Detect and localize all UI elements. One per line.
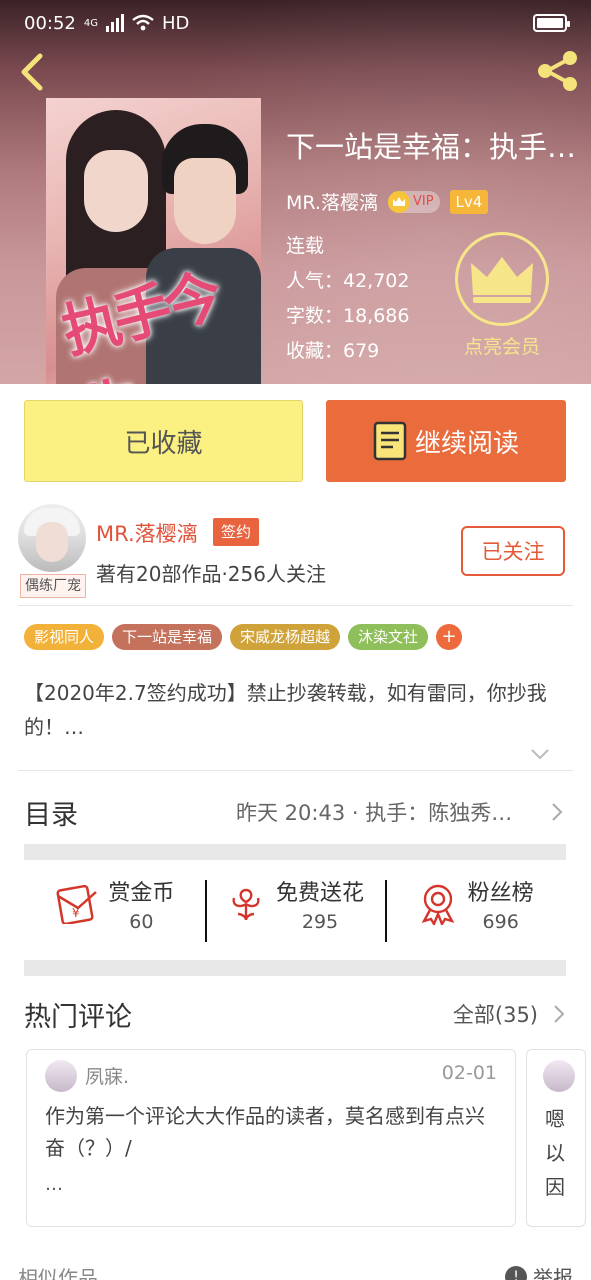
author-name[interactable]: MR.落樱漓 bbox=[96, 518, 198, 548]
support-actions: ¥ 赏金币 60 免费送花 295 粉丝榜 696 bbox=[24, 864, 566, 944]
alert-icon: ! bbox=[505, 1265, 527, 1280]
book-cover[interactable]: 执手今生 bbox=[46, 98, 261, 384]
divider bbox=[18, 770, 573, 771]
svg-text:¥: ¥ bbox=[72, 906, 80, 920]
book-intro[interactable]: 【2020年2.7签约成功】禁止抄袭转载，如有雷同，你抄我的！… bbox=[24, 676, 564, 744]
reward-coins-label: 赏金币 bbox=[108, 881, 175, 906]
author-summary: 著有20部作品·256人关注 bbox=[96, 562, 326, 586]
fan-ranking-count: 696 bbox=[482, 911, 519, 933]
continue-reading-button[interactable]: 继续阅读 bbox=[326, 400, 566, 482]
status-time: 00:52 bbox=[24, 12, 76, 34]
book-icon bbox=[373, 421, 407, 461]
wifi-icon bbox=[132, 14, 154, 31]
reward-coins-count: 60 bbox=[129, 911, 154, 933]
comment-card[interactable]: 夙寐. 02-01 作为第一个评论大大作品的读者，莫名感到有点兴奋（？）/ … bbox=[26, 1049, 516, 1227]
continue-reading-label: 继续阅读 bbox=[414, 428, 519, 459]
fan-ranking-action[interactable]: 粉丝榜 696 bbox=[385, 864, 566, 944]
add-tag-button[interactable]: + bbox=[436, 624, 463, 650]
commenter-avatar[interactable] bbox=[543, 1060, 575, 1092]
all-comments-link[interactable]: 全部(35) bbox=[453, 999, 538, 1029]
author-avatar[interactable] bbox=[18, 504, 86, 572]
chevron-right-icon bbox=[552, 803, 563, 821]
comment-text: 嗯 bbox=[545, 1107, 565, 1131]
table-of-contents-row[interactable]: 目录 昨天 20:43 · 执手：陈独秀… bbox=[24, 784, 564, 840]
chevron-down-icon[interactable] bbox=[530, 746, 550, 762]
book-title: 下一站是幸福：执手… bbox=[286, 130, 577, 164]
signal-icon bbox=[106, 14, 124, 32]
hot-comments-header: 热门评论 全部(35) bbox=[24, 990, 566, 1038]
similar-works-title: 相似作品 bbox=[18, 1266, 98, 1280]
level-badge: Lv4 bbox=[449, 189, 489, 214]
latest-chapter: 昨天 20:43 · 执手：陈独秀… bbox=[236, 801, 513, 825]
report-button[interactable]: ! 举报 bbox=[505, 1262, 573, 1280]
collected-button[interactable]: 已收藏 bbox=[24, 400, 303, 482]
network-label: 4G bbox=[83, 17, 98, 29]
send-flower-count: 295 bbox=[301, 911, 339, 933]
member-label: 点亮会员 bbox=[463, 336, 540, 358]
reward-coins-action[interactable]: ¥ 赏金币 60 bbox=[24, 864, 205, 944]
comment-more: … bbox=[45, 1174, 63, 1195]
book-detail-sheet: 已收藏 继续阅读 偶练厂宠 MR.落樱漓 签约 著有20部作品·256人关注 已… bbox=[0, 384, 591, 1280]
tag-chip[interactable]: 沐染文社 bbox=[348, 624, 429, 650]
back-arrow-icon[interactable] bbox=[14, 52, 50, 92]
crown-icon bbox=[387, 190, 410, 213]
follow-button[interactable]: 已关注 bbox=[461, 526, 565, 576]
fan-ranking-label: 粉丝榜 bbox=[467, 881, 534, 906]
comment-text: 因 bbox=[545, 1175, 565, 1199]
red-envelope-icon: ¥ bbox=[56, 884, 98, 924]
signed-badge: 签约 bbox=[213, 518, 260, 546]
tag-chip[interactable]: 宋威龙杨超越 bbox=[230, 624, 341, 650]
commenter-name[interactable]: 夙寐. bbox=[85, 1062, 129, 1089]
share-icon[interactable] bbox=[535, 50, 581, 92]
battery-icon bbox=[533, 14, 570, 32]
chevron-right-icon[interactable] bbox=[552, 1004, 566, 1024]
comment-date: 02-01 bbox=[441, 1062, 497, 1084]
comment-card[interactable]: 嗯 以 因 bbox=[526, 1049, 586, 1227]
section-separator bbox=[24, 844, 566, 860]
member-button[interactable]: 点亮会员 bbox=[452, 232, 552, 359]
book-header: 00:52 4G HD 执手今生 下一站是幸福：执手… MR.落樱漓 VIP L… bbox=[0, 0, 591, 384]
tag-chip[interactable]: 影视同人 bbox=[24, 624, 105, 650]
author-block: 偶练厂宠 MR.落樱漓 签约 著有20部作品·256人关注 已关注 bbox=[18, 504, 573, 604]
comment-text: 作为第一个评论大大作品的读者，莫名感到有点兴奋（？）/ bbox=[45, 1104, 485, 1160]
report-label: 举报 bbox=[533, 1266, 573, 1280]
tag-chip[interactable]: 下一站是幸福 bbox=[112, 624, 223, 650]
vip-badge: VIP bbox=[387, 190, 440, 213]
hot-comments-title: 热门评论 bbox=[24, 1001, 132, 1033]
toc-title: 目录 bbox=[24, 799, 78, 831]
commenter-avatar[interactable] bbox=[45, 1060, 77, 1092]
section-separator bbox=[24, 960, 566, 976]
medal-icon bbox=[421, 884, 455, 925]
book-author[interactable]: MR.落樱漓 bbox=[286, 188, 378, 215]
send-flower-label: 免费送花 bbox=[276, 881, 365, 906]
status-bar: 00:52 4G HD bbox=[0, 0, 591, 46]
send-flower-action[interactable]: 免费送花 295 bbox=[204, 864, 386, 944]
tag-list: 影视同人 下一站是幸福 宋威龙杨超越 沐染文社 + bbox=[24, 624, 463, 650]
avatar-tag: 偶练厂宠 bbox=[20, 574, 86, 598]
flower-icon bbox=[232, 888, 260, 921]
divider bbox=[18, 605, 573, 606]
crown-icon bbox=[455, 232, 549, 326]
comment-text: 以 bbox=[545, 1141, 565, 1165]
hd-label: HD bbox=[162, 12, 190, 34]
